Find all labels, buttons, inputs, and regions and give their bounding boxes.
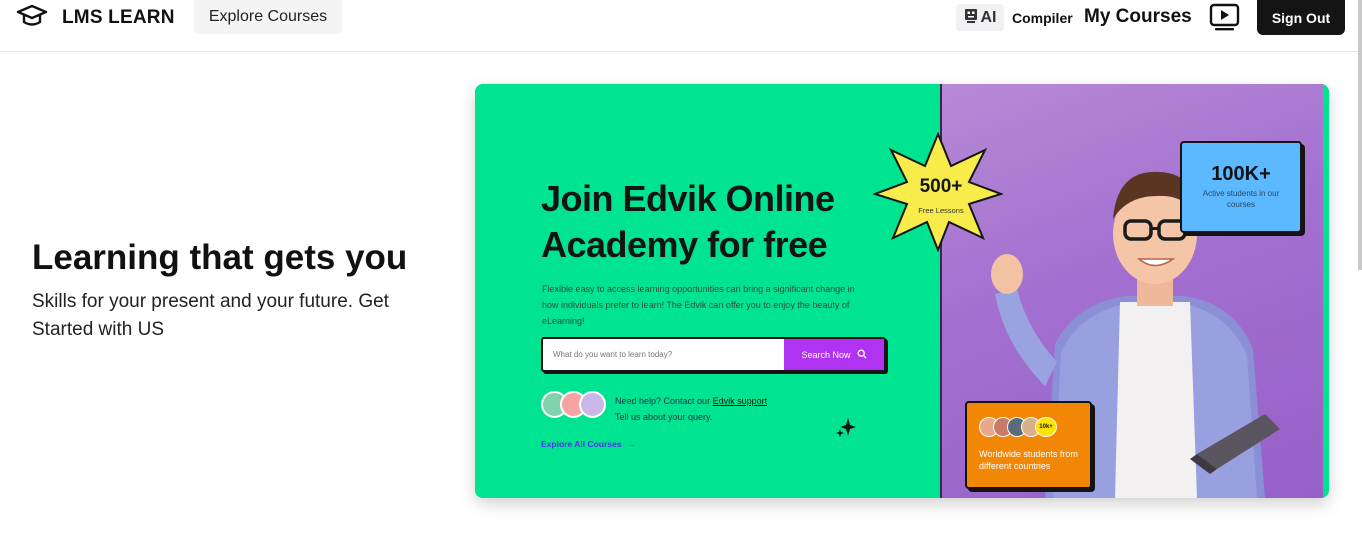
my-courses-link[interactable]: My Courses	[1084, 6, 1192, 28]
worldwide-badge: 10k+	[1035, 417, 1057, 437]
help-prefix: Need help? Contact our	[615, 396, 711, 406]
explore-all-label: Explore All Courses	[541, 439, 622, 449]
search-button-label: Search Now	[801, 349, 851, 360]
page-scrollbar[interactable]	[1358, 0, 1362, 270]
explore-courses-button[interactable]: Explore Courses	[194, 0, 342, 34]
help-text: Need help? Contact our Edvik support Tel…	[615, 393, 767, 425]
brand-name: LMS LEARN	[62, 7, 175, 28]
banner-description: Flexible easy to access learning opportu…	[542, 284, 855, 326]
hero-title: Learning that gets you	[32, 238, 408, 277]
compiler-link[interactable]: Compiler	[1012, 10, 1073, 26]
course-search-box: Search Now	[541, 337, 886, 372]
ai-label: AI	[980, 8, 997, 26]
hero-text: Learning that gets you Skills for your p…	[32, 236, 452, 344]
help-line-2: Tell us about your query.	[615, 412, 713, 422]
students-count: 100K+	[1211, 163, 1271, 185]
sparkle-icon	[835, 416, 857, 443]
students-label: Active students in our courses	[1202, 189, 1280, 209]
worldwide-students-card: 10k+ Worldwide students from different c…	[965, 401, 1092, 489]
hero-banner-image: 500+ Free Lessons Join Edvik Online Acad…	[475, 84, 1329, 498]
active-students-card: 100K+ Active students in our courses	[1180, 141, 1302, 233]
course-search-input[interactable]	[543, 339, 786, 370]
robot-icon	[964, 8, 978, 28]
search-now-button[interactable]: Search Now	[784, 339, 884, 370]
graduation-cap-icon	[16, 3, 48, 34]
worldwide-label: Worldwide students from different countr…	[979, 449, 1078, 471]
banner-edge	[1323, 84, 1329, 498]
ai-button[interactable]: AI	[956, 4, 1004, 31]
explore-all-courses-link[interactable]: Explore All Courses →	[541, 439, 636, 449]
hero-subtitle: Skills for your present and your future.…	[32, 291, 389, 340]
brand[interactable]: LMS LEARN	[16, 4, 175, 32]
edvik-support-link[interactable]: Edvik support	[713, 396, 768, 406]
sign-out-button[interactable]: Sign Out	[1257, 0, 1345, 35]
arrow-right-icon: →	[627, 439, 636, 449]
top-navbar: LMS LEARN Explore Courses AI Compiler My…	[0, 0, 1362, 52]
banner-title: Join Edvik Online Academy for free	[541, 178, 835, 265]
video-play-icon[interactable]	[1209, 3, 1241, 36]
support-avatars	[541, 391, 606, 418]
avatar	[579, 391, 606, 418]
search-icon	[857, 349, 867, 361]
worldwide-avatars: 10k+	[979, 417, 1057, 437]
